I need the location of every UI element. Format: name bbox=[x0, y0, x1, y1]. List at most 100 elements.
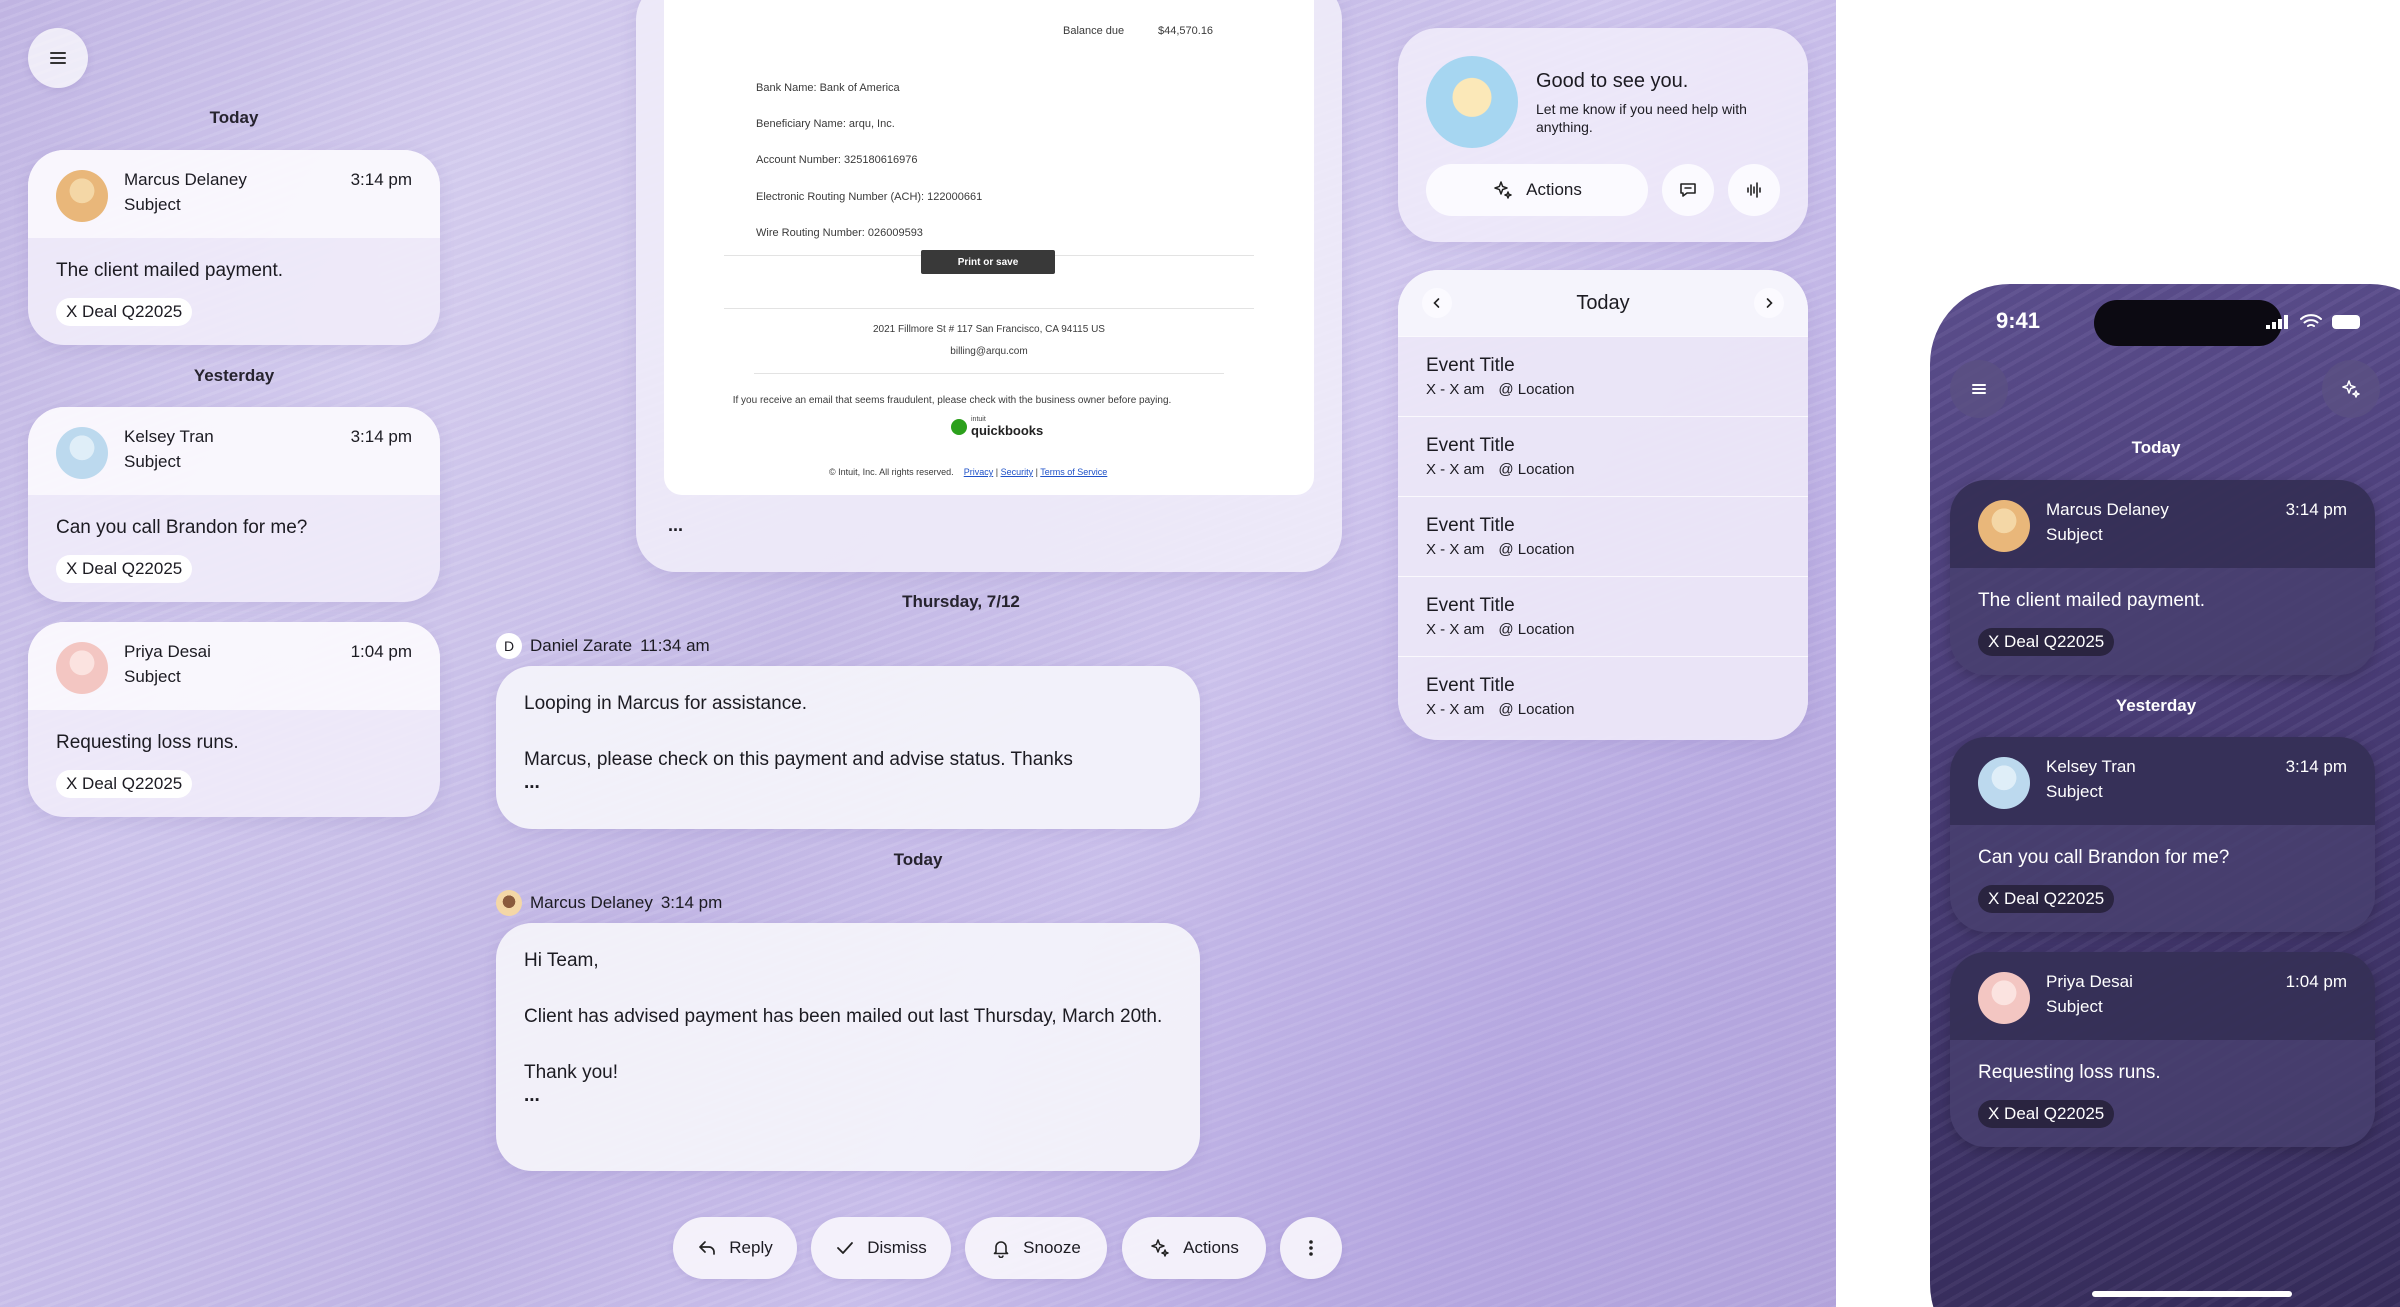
message-header: D Daniel Zarate 11:34 am bbox=[496, 633, 710, 659]
subject: Subject bbox=[124, 667, 181, 686]
thread-date-label: Thursday, 7/12 bbox=[902, 592, 1020, 611]
assistant-avatar bbox=[1426, 56, 1518, 148]
calendar-event[interactable]: Event Title X - X am @ Location bbox=[1398, 336, 1808, 416]
avatar bbox=[1978, 972, 2030, 1024]
assistant-actions-button[interactable]: Actions bbox=[1426, 164, 1648, 216]
print-or-save-button[interactable]: Print or save bbox=[921, 250, 1055, 274]
notification-card[interactable]: Marcus Delaney Subject 3:14 pm The client… bbox=[28, 150, 440, 345]
expand-more[interactable]: ... bbox=[524, 1086, 1172, 1105]
chat-button[interactable] bbox=[1662, 164, 1714, 216]
sender-name: Kelsey Tran bbox=[2046, 757, 2136, 776]
sender-name: Priya Desai bbox=[2046, 972, 2133, 991]
signal-icon bbox=[2266, 315, 2288, 329]
voice-button[interactable] bbox=[1728, 164, 1780, 216]
message-preview: Requesting loss runs. bbox=[56, 732, 239, 753]
time: 3:14 pm bbox=[2285, 757, 2347, 776]
deal-tag[interactable]: X Deal Q22025 bbox=[1978, 1100, 2115, 1128]
copyright: © Intuit, Inc. All rights reserved. bbox=[829, 467, 954, 477]
deal-tag[interactable]: X Deal Q22025 bbox=[56, 770, 193, 798]
calendar-header: Today bbox=[1398, 270, 1808, 336]
expand-more[interactable]: ... bbox=[524, 773, 1172, 792]
message-preview: Can you call Brandon for me? bbox=[1978, 847, 2230, 868]
actions-label: Actions bbox=[1183, 1238, 1239, 1257]
message-line: Looping in Marcus for assistance. bbox=[524, 693, 808, 714]
time: 3:14 pm bbox=[350, 170, 412, 189]
divider bbox=[754, 373, 1224, 374]
dismiss-label: Dismiss bbox=[867, 1238, 927, 1257]
calendar-title: Today bbox=[1576, 291, 1630, 314]
menu-icon bbox=[50, 52, 66, 64]
email-attachment-panel: Balance due $44,570.16 Bank Name: Bank o… bbox=[636, 0, 1342, 572]
sender-name: Marcus Delaney bbox=[124, 170, 247, 189]
fraud-notice: If you receive an email that seems fraud… bbox=[732, 395, 1172, 406]
avatar bbox=[56, 427, 108, 479]
app-stage: Today Marcus Delaney Subject 3:14 pm The … bbox=[0, 0, 2400, 1307]
expand-more[interactable]: ... bbox=[668, 515, 683, 536]
assistant-greeting: Good to see you. bbox=[1536, 70, 1689, 92]
avatar bbox=[56, 642, 108, 694]
message-preview: The client mailed payment. bbox=[56, 260, 284, 281]
reply-button[interactable]: Reply bbox=[673, 1217, 797, 1279]
calendar-event[interactable]: Event Title X - X am @ Location bbox=[1398, 496, 1808, 576]
phone-notification-card[interactable]: Kelsey Tran Subject 3:14 pm Can you call … bbox=[1950, 737, 2375, 932]
message-time: 11:34 am bbox=[640, 636, 710, 655]
dismiss-button[interactable]: Dismiss bbox=[811, 1217, 951, 1279]
time: 1:04 pm bbox=[2285, 972, 2347, 991]
status-icons bbox=[2266, 314, 2362, 330]
feed-today-label: Today bbox=[209, 108, 259, 127]
sender-name: Kelsey Tran bbox=[124, 427, 214, 446]
terms-link[interactable]: Terms of Service bbox=[1040, 467, 1107, 477]
sender-name: Daniel Zarate bbox=[530, 636, 633, 655]
beneficiary-name: Beneficiary Name: arqu, Inc. bbox=[756, 118, 895, 130]
deal-tag[interactable]: X Deal Q22025 bbox=[56, 555, 193, 583]
menu-button[interactable] bbox=[28, 28, 88, 88]
more-options-button[interactable] bbox=[1280, 1217, 1342, 1279]
message-bubble: Looping in Marcus for assistance. Marcus… bbox=[496, 666, 1200, 829]
ach-routing: Electronic Routing Number (ACH): 1220006… bbox=[756, 191, 983, 203]
avatar bbox=[56, 170, 108, 222]
notification-card[interactable]: Priya Desai Subject 1:04 pm Requesting lo… bbox=[28, 622, 440, 817]
subject: Subject bbox=[124, 195, 181, 214]
event-title: Event Title bbox=[1426, 435, 1515, 456]
card-header: Priya Desai Subject 1:04 pm bbox=[28, 622, 440, 710]
time: 3:14 pm bbox=[2285, 500, 2347, 519]
balance-value: $44,570.16 bbox=[1158, 25, 1214, 37]
message-header: Marcus Delaney 3:14 pm bbox=[496, 890, 722, 916]
sender-initial-badge: D bbox=[496, 633, 522, 659]
bell-icon bbox=[993, 1241, 1009, 1258]
sender-name: Priya Desai bbox=[124, 642, 211, 661]
calendar-event[interactable]: Event Title X - X am @ Location bbox=[1398, 416, 1808, 496]
event-time: X - X am bbox=[1426, 621, 1485, 638]
calendar-event[interactable]: Event Title X - X am @ Location bbox=[1398, 576, 1808, 656]
message-time: 3:14 pm bbox=[660, 893, 723, 912]
notification-card[interactable]: Kelsey Tran Subject 3:14 pm Can you call … bbox=[28, 407, 440, 602]
snooze-button[interactable]: Snooze bbox=[965, 1217, 1107, 1279]
event-time: X - X am bbox=[1426, 461, 1485, 478]
chevron-left-icon bbox=[1433, 298, 1440, 308]
chevron-right-icon bbox=[1766, 298, 1773, 308]
actions-button[interactable]: Actions bbox=[1122, 1217, 1266, 1279]
phone-mockup: 9:41 Today Marcus Delaney Subject 3:14 pm… bbox=[1930, 284, 2400, 1307]
calendar-next-button[interactable] bbox=[1754, 288, 1784, 318]
security-link[interactable]: Security bbox=[1001, 467, 1034, 477]
calendar-event[interactable]: Event Title X - X am @ Location bbox=[1398, 656, 1808, 736]
deal-tag[interactable]: X Deal Q22025 bbox=[1978, 628, 2115, 656]
avatar bbox=[1978, 757, 2030, 809]
calendar-prev-button[interactable] bbox=[1422, 288, 1452, 318]
privacy-link[interactable]: Privacy bbox=[964, 467, 994, 477]
phone-notification-card[interactable]: Priya Desai Subject 1:04 pm Requesting lo… bbox=[1950, 952, 2375, 1147]
deal-tag[interactable]: X Deal Q22025 bbox=[56, 298, 193, 326]
phone-menu-button[interactable] bbox=[1950, 360, 2008, 418]
phone-assistant-button[interactable] bbox=[2322, 360, 2380, 418]
deal-tag[interactable]: X Deal Q22025 bbox=[1978, 885, 2115, 913]
subject: Subject bbox=[2046, 525, 2103, 544]
footer-links: © Intuit, Inc. All rights reserved. Priv… bbox=[829, 467, 1108, 477]
phone-yesterday-label: Yesterday bbox=[2115, 696, 2197, 715]
quickbooks-logo: intuit quickbooks bbox=[951, 416, 1043, 438]
reply-label: Reply bbox=[729, 1238, 773, 1257]
feed-yesterday-label: Yesterday bbox=[193, 366, 275, 385]
status-clock: 9:41 bbox=[1996, 308, 2041, 333]
divider bbox=[724, 308, 1254, 309]
bank-name: Bank Name: Bank of America bbox=[756, 82, 900, 94]
phone-notification-card[interactable]: Marcus Delaney Subject 3:14 pm The client… bbox=[1950, 480, 2375, 675]
